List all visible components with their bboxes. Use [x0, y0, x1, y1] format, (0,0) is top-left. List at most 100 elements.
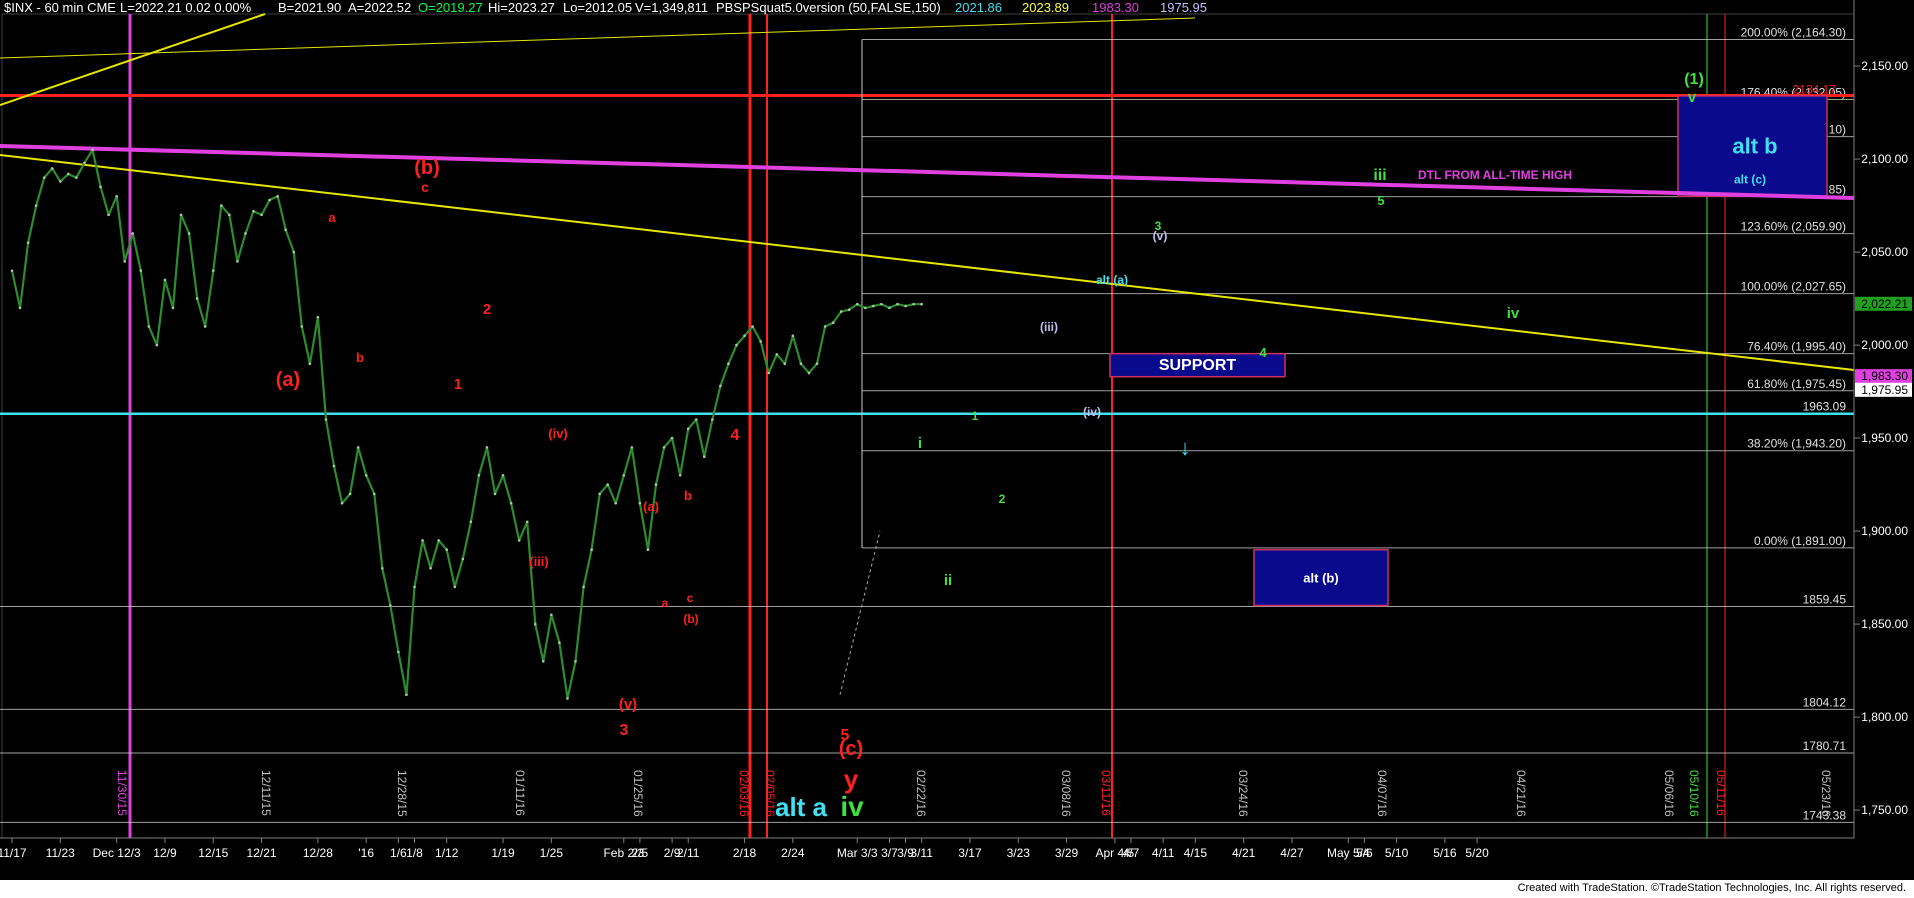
- alt-c-label: alt (c): [1734, 172, 1766, 186]
- price-point: [75, 176, 78, 179]
- price-point: [694, 418, 698, 421]
- price-point: [783, 362, 787, 365]
- wave-label: 2: [999, 492, 1006, 506]
- y-tick-label: 1,950.00: [1861, 431, 1908, 445]
- x-tick-label: 2/5: [632, 846, 649, 860]
- wave-label: (iv): [1083, 405, 1101, 419]
- fib-level-label: 100.00% (2,027.65): [1741, 280, 1846, 294]
- x-tick-label: 3/23: [1007, 846, 1031, 860]
- support-box-label: SUPPORT: [1159, 357, 1237, 374]
- x-tick-label: 3/29: [1055, 846, 1079, 860]
- fib-level-label: 38.20% (1,943.20): [1747, 437, 1846, 451]
- price-point: [389, 604, 392, 607]
- price-point: [445, 548, 449, 551]
- date-marker-label: 04/07/16: [1375, 770, 1389, 817]
- price-point: [276, 194, 279, 198]
- x-tick-label: 1/6: [390, 846, 407, 860]
- price-point: [461, 557, 465, 561]
- wave-label-red: c: [687, 591, 694, 605]
- price-point: [815, 362, 819, 365]
- price-point: [598, 492, 601, 496]
- fib-level-label: 0.00% (1,891.00): [1754, 534, 1846, 548]
- price-point: [630, 446, 634, 449]
- wave-label-red: (iv): [548, 426, 568, 441]
- price-point: [364, 473, 368, 477]
- price-point: [348, 492, 352, 496]
- price-point: [179, 213, 183, 217]
- price-point: [686, 427, 690, 431]
- header-field: Lo=2012.05: [563, 0, 632, 15]
- y-tick-label: 1,800.00: [1861, 710, 1908, 724]
- x-tick-label: 3/7: [881, 846, 898, 860]
- price-point: [912, 302, 915, 306]
- header-field: Hi=2023.27: [488, 0, 555, 15]
- wave-label-red: (v): [619, 696, 637, 713]
- wave-label: alt a: [775, 792, 828, 822]
- wave-label: 1: [972, 409, 979, 423]
- date-marker-label: 12/11/15: [259, 770, 273, 816]
- price-point: [437, 539, 440, 542]
- price-point: [791, 334, 795, 338]
- price-point: [155, 343, 159, 347]
- y-tick-label: 1,900.00: [1861, 524, 1908, 538]
- wave-label-red: b: [356, 350, 364, 365]
- price-point: [646, 548, 650, 551]
- price-point: [614, 501, 618, 505]
- price-point: [847, 308, 851, 312]
- price-point: [469, 520, 473, 524]
- wave-label-red: a: [662, 596, 669, 610]
- price-point: [711, 418, 714, 421]
- price-point: [421, 539, 424, 542]
- price-point: [453, 585, 457, 589]
- price-point: [220, 204, 223, 207]
- price-point: [244, 232, 247, 235]
- price-point: [397, 650, 400, 654]
- price-point: [872, 304, 875, 308]
- price-point: [550, 613, 553, 617]
- price-point: [493, 492, 497, 496]
- wave-label: 3: [1155, 219, 1162, 233]
- price-point: [372, 492, 376, 496]
- y-tick-label: 2,100.00: [1861, 152, 1908, 166]
- price-point: [405, 693, 408, 697]
- header-field: 1975.95: [1160, 0, 1207, 15]
- header-field: V=1,349,811: [635, 0, 708, 15]
- price-point: [268, 198, 271, 202]
- x-tick-label: 5/16: [1433, 846, 1457, 860]
- price-point: [799, 362, 803, 365]
- price-point: [139, 269, 143, 272]
- price-point: [807, 371, 811, 375]
- price-point: [896, 302, 899, 306]
- price-point: [751, 325, 754, 328]
- price-point: [525, 520, 529, 524]
- fib-level-label: 61.80% (1,975.45): [1747, 377, 1846, 391]
- date-marker-label: 01/25/16: [631, 770, 645, 817]
- price-point: [864, 306, 867, 310]
- price-point: [517, 539, 521, 542]
- footer: Created with TradeStation. ©TradeStation…: [0, 880, 1914, 898]
- price-point: [855, 302, 859, 306]
- price-point: [332, 464, 336, 468]
- fib-level-label: 1780.71: [1803, 739, 1847, 753]
- header-field: B=2021.90: [278, 0, 341, 15]
- price-point: [324, 418, 328, 421]
- price-point: [767, 371, 770, 375]
- wave-label-red: (a): [643, 499, 659, 514]
- wave-label-red: 4: [731, 427, 740, 444]
- price-point: [147, 325, 151, 328]
- price-point: [880, 302, 883, 306]
- price-point: [558, 641, 561, 644]
- price-point: [26, 241, 30, 245]
- chart-background: [0, 0, 1914, 880]
- wave-label-red: (b): [683, 612, 698, 626]
- price-point: [719, 384, 722, 388]
- price-point: [831, 321, 835, 325]
- date-marker-label: 02/03/16: [737, 770, 751, 817]
- x-tick-label: 3/17: [958, 846, 982, 860]
- date-marker-label: 03/11/16: [1099, 770, 1113, 816]
- date-marker-label: 12/28/15: [395, 770, 409, 817]
- date-marker-label: 05/11/16: [1714, 770, 1728, 816]
- price-point: [735, 343, 738, 347]
- fib-level-label: 1804.12: [1803, 695, 1847, 709]
- fib-level-label: 200.00% (2,164.30): [1741, 25, 1846, 39]
